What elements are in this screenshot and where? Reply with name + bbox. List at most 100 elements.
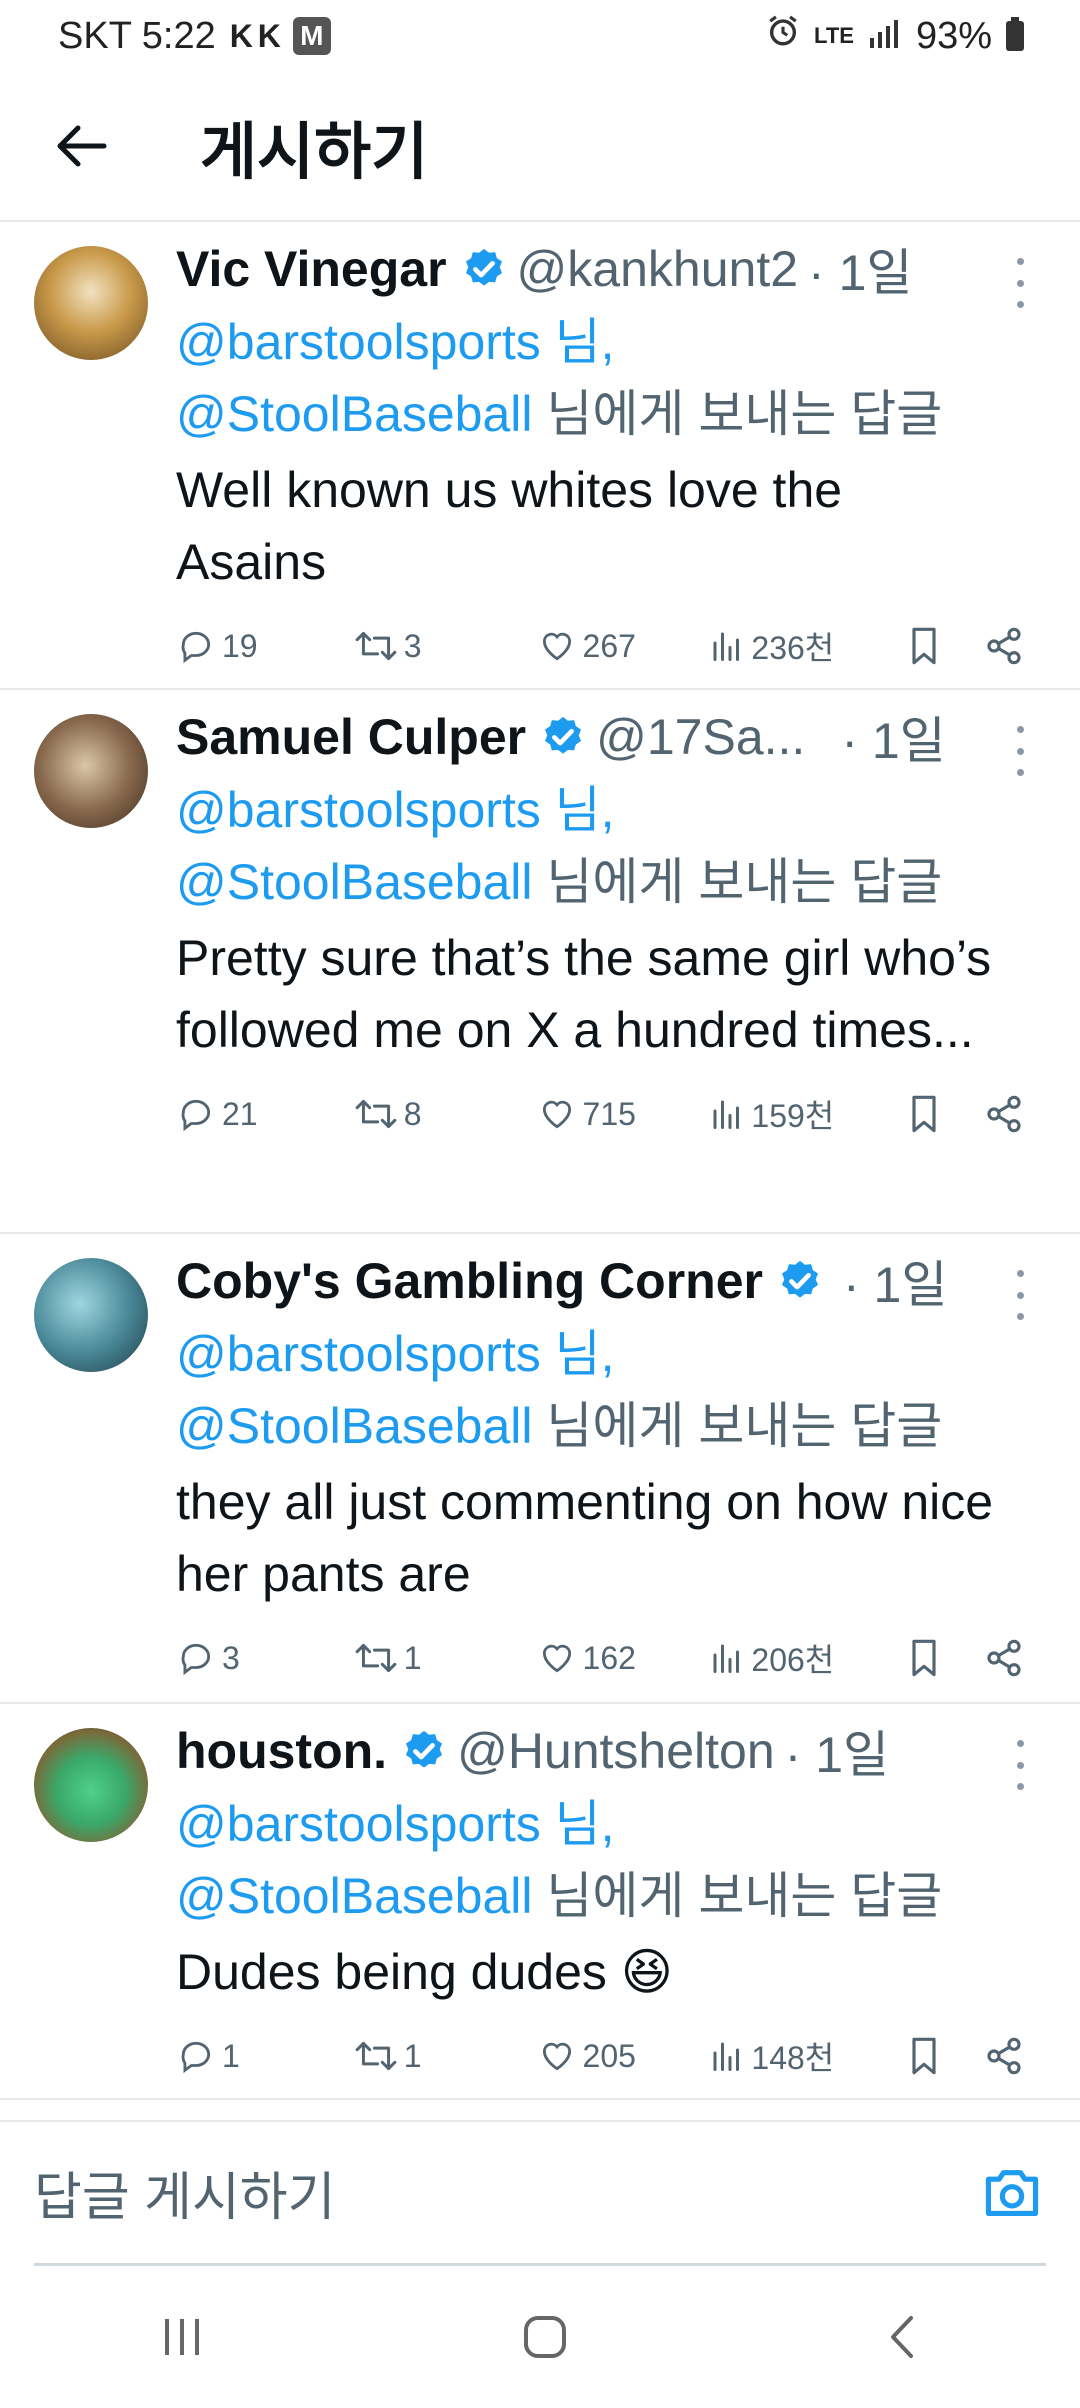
reply-to-line: @barstoolsports 님, @StoolBaseball 님에게 보내… [176, 1318, 1024, 1462]
view-count: 159천 [751, 1098, 835, 1134]
bookmark-button[interactable] [907, 626, 984, 666]
action-bar: 1 1 205 148천 [176, 2026, 1024, 2086]
retweet-button[interactable]: 3 [354, 627, 537, 665]
views-button[interactable]: 206천 [709, 1635, 907, 1681]
like-button[interactable]: 267 [537, 627, 710, 665]
user-handle[interactable]: @Huntshelton [457, 1722, 775, 1780]
display-name[interactable]: houston. [176, 1722, 387, 1780]
back-button[interactable] [0, 71, 160, 221]
verified-badge-icon [540, 714, 586, 760]
timestamp: · 1일 [841, 713, 946, 769]
timestamp: · 1일 [808, 245, 913, 301]
retweet-icon [355, 2041, 397, 2071]
tweet[interactable]: Samuel Culper @17Sa... · 1일 @barstoolspo… [0, 690, 1080, 1234]
reply-count: 1 [222, 2037, 240, 2074]
views-chart-icon [713, 1100, 740, 1129]
tweet-body: Coby's Gambling Corner · 1일 @barstoolspo… [176, 1244, 1024, 1688]
recent-apps-button[interactable] [157, 2315, 207, 2364]
reply-count: 21 [222, 1095, 258, 1132]
view-count: 148천 [751, 2040, 835, 2076]
battery-level: 93% [915, 14, 992, 57]
mention-link[interactable]: @barstoolsports 님, [176, 782, 615, 838]
mention-link[interactable]: @barstoolsports 님, [176, 1796, 615, 1852]
tweet[interactable]: Vic Vinegar @kankhunt2 · 1일 @barstoolspo… [0, 222, 1080, 690]
bookmark-icon [912, 627, 936, 665]
app-header: 게시하기 [0, 72, 1080, 222]
signal-icon [868, 15, 902, 58]
display-name[interactable]: Coby's Gambling Corner [176, 1252, 763, 1310]
avatar[interactable] [34, 1258, 148, 1372]
mention-link[interactable]: @StoolBaseball [176, 1398, 533, 1454]
avatar[interactable] [34, 246, 148, 360]
verified-badge-icon [401, 1728, 447, 1774]
like-count: 267 [582, 627, 636, 664]
user-handle[interactable]: @17Sa... [596, 708, 805, 766]
avatar[interactable] [34, 714, 148, 828]
retweet-icon [355, 1099, 397, 1129]
page: SKT 5:22 K K M LTE 93% 게시하기 Vic Vinegar … [0, 0, 1080, 2408]
share-button[interactable] [984, 1094, 1024, 1134]
status-right: LTE 93% [766, 14, 1024, 58]
share-button[interactable] [984, 1638, 1024, 1678]
system-nav-bar [0, 2270, 1080, 2408]
tweet-body: Samuel Culper @17Sa... · 1일 @barstoolspo… [176, 700, 1024, 1144]
mstock-app-icon: M [292, 17, 331, 55]
tweet-header: houston. @Huntshelton · 1일 [176, 1714, 1024, 1788]
notification-icons: K K [229, 17, 281, 54]
reply-button[interactable]: 19 [176, 627, 354, 665]
action-bar: 21 8 715 159천 [176, 1084, 1024, 1144]
more-options-icon[interactable] [1008, 1270, 1032, 1320]
reply-button[interactable]: 1 [176, 2037, 354, 2075]
mention-link[interactable]: @barstoolsports 님, [176, 314, 615, 370]
reply-button[interactable]: 21 [176, 1095, 354, 1133]
more-options-icon[interactable] [1008, 1740, 1032, 1790]
reply-icon [181, 1643, 211, 1676]
views-chart-icon [713, 2042, 740, 2071]
share-icon [987, 1095, 1021, 1133]
views-button[interactable]: 236천 [709, 623, 907, 669]
share-icon [987, 2037, 1021, 2075]
retweet-button[interactable]: 8 [354, 1095, 537, 1133]
more-options-icon[interactable] [1008, 258, 1032, 308]
recent-apps-icon [164, 2318, 199, 2355]
like-button[interactable]: 162 [537, 1639, 710, 1677]
tweet-header: Samuel Culper @17Sa... · 1일 [176, 700, 1024, 774]
more-options-icon[interactable] [1008, 726, 1032, 776]
bookmark-button[interactable] [907, 1638, 984, 1678]
tweet[interactable]: Coby's Gambling Corner · 1일 @barstoolspo… [0, 1234, 1080, 1704]
home-button[interactable] [520, 2312, 570, 2367]
display-name[interactable]: Samuel Culper [176, 708, 526, 766]
mention-link[interactable]: @barstoolsports 님, [176, 1326, 615, 1382]
retweet-count: 8 [403, 1095, 422, 1132]
timestamp: · 1일 [842, 1257, 948, 1313]
share-button[interactable] [984, 2036, 1024, 2076]
display-name[interactable]: Vic Vinegar [176, 240, 447, 298]
back-nav-button[interactable] [883, 2312, 923, 2367]
views-button[interactable]: 148천 [709, 2033, 907, 2079]
user-handle[interactable]: @kankhunt2 [517, 240, 799, 298]
tweet-header: Vic Vinegar @kankhunt2 · 1일 [176, 232, 1024, 306]
alarm-icon [766, 14, 800, 58]
reply-button[interactable]: 3 [176, 1639, 354, 1677]
views-button[interactable]: 159천 [709, 1091, 907, 1137]
share-button[interactable] [984, 626, 1024, 666]
like-button[interactable]: 205 [537, 2037, 710, 2075]
like-button[interactable]: 715 [537, 1095, 710, 1133]
mention-link[interactable]: @StoolBaseball [176, 1868, 533, 1924]
reply-icon [181, 631, 211, 664]
bookmark-button[interactable] [907, 1094, 984, 1134]
like-count: 715 [582, 1095, 636, 1132]
tweet-text: Pretty sure that’s the same girl who’s f… [176, 930, 992, 1058]
tweet[interactable]: houston. @Huntshelton · 1일 @barstoolspor… [0, 1704, 1080, 2100]
reply-to-line: @barstoolsports 님, @StoolBaseball 님에게 보내… [176, 1788, 1024, 1932]
camera-button[interactable] [982, 2164, 1042, 2233]
bookmark-button[interactable] [907, 2036, 984, 2076]
mention-link[interactable]: @StoolBaseball [176, 854, 533, 910]
retweet-button[interactable]: 1 [354, 2037, 537, 2075]
avatar[interactable] [34, 1728, 148, 1842]
mention-link[interactable]: @StoolBaseball [176, 386, 533, 442]
share-icon [987, 1639, 1021, 1677]
reply-icon [181, 2041, 211, 2074]
retweet-button[interactable]: 1 [354, 1639, 537, 1677]
reply-input[interactable]: 답글 게시하기 [34, 2122, 1046, 2266]
